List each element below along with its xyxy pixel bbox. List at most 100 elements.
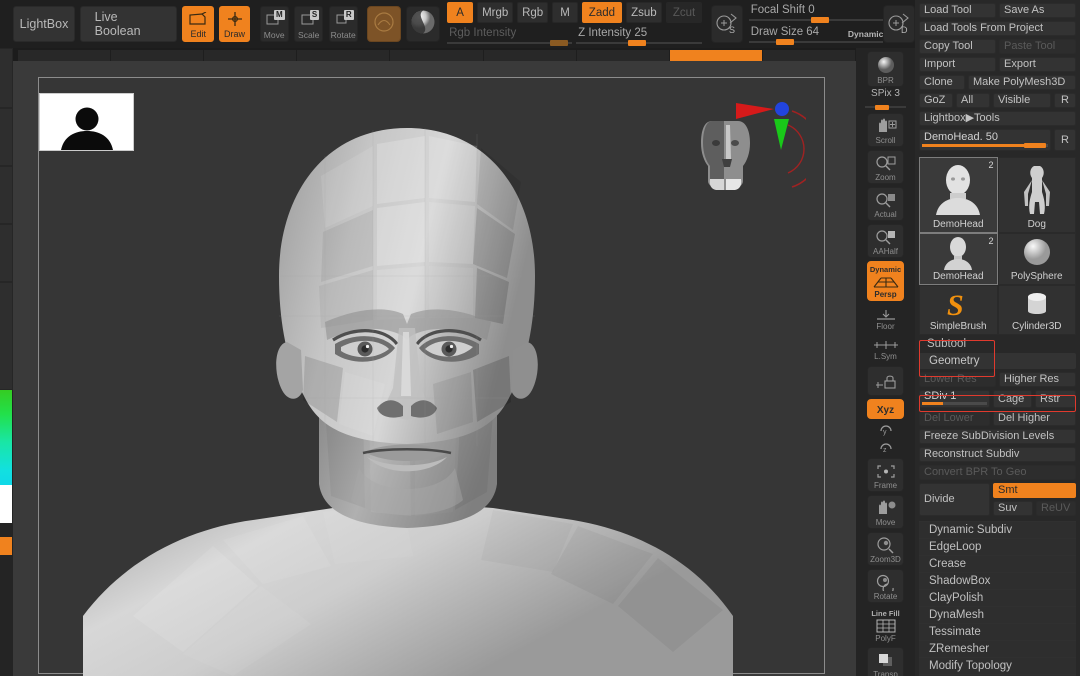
cage-button[interactable]: Cage [993,390,1032,408]
divide-button[interactable]: Divide [919,483,990,516]
goz-r-button[interactable]: R [1054,93,1076,108]
transp-lock-button[interactable] [867,366,904,396]
color-picker-gradient[interactable] [0,390,12,485]
suv-button[interactable]: Suv [993,501,1033,516]
chip-a[interactable]: A [447,2,474,23]
actual-button[interactable]: Actual [867,187,904,221]
chip-zadd[interactable]: Zadd [582,2,622,23]
draw-size-knob[interactable] [775,39,794,45]
geometry-section-label[interactable]: Geometry [919,353,1076,369]
del-higher-button[interactable]: Del Higher [993,411,1076,426]
tool-thumb-polysphere[interactable]: PolySphere [997,233,1076,285]
scroll-button[interactable]: Scroll [867,113,904,147]
zoom-button[interactable]: Zoom [867,150,904,184]
tool-thumb-demohead-large[interactable]: 2 DemoHead [919,157,998,233]
polyf-button[interactable]: Line Fill PolyF [867,606,904,644]
demohead-r-button[interactable]: R [1054,129,1076,151]
chip-mrgb[interactable]: Mrgb [477,2,514,23]
lower-res-button[interactable]: Lower Res [919,372,996,387]
load-tool-button[interactable]: Load Tool [919,3,996,18]
tool-thumb-cylinder3d[interactable]: Cylinder3D [997,285,1076,335]
menu-zremesher[interactable]: ZRemesher [919,640,1076,657]
focal-shift-slider[interactable]: Focal Shift 0 [748,3,884,23]
transp-button[interactable]: Transp [867,647,904,676]
menu-crease[interactable]: Crease [919,555,1076,572]
secondary-color-swatch[interactable] [0,537,12,555]
live-boolean-button[interactable]: Live Boolean [79,6,177,42]
sdiv-slider[interactable]: SDiv 1 [919,390,990,408]
frame-button[interactable]: Frame [867,458,904,492]
aahalf-button[interactable]: AAHalf [867,224,904,258]
left-slot-stroke[interactable] [0,108,13,166]
z-intensity-slider[interactable]: Z Intensity 25 [576,26,703,46]
menu-shadowbox[interactable]: ShadowBox [919,572,1076,589]
convert-bpr-to-geo-button[interactable]: Convert BPR To Geo [919,465,1076,480]
viewport-canvas[interactable] [13,61,856,676]
segment-active[interactable] [669,50,763,61]
spix-slider[interactable]: SPix 3 [863,88,908,110]
z-intensity-knob[interactable] [628,40,647,46]
menu-dynamesh[interactable]: DynaMesh [919,606,1076,623]
clone-button[interactable]: Clone [919,75,965,90]
segment[interactable] [297,50,391,61]
segment[interactable] [204,50,298,61]
rgb-intensity-slider[interactable]: Rgb Intensity [447,26,573,46]
lightbox-button[interactable]: LightBox [13,6,75,42]
segment[interactable] [390,50,484,61]
segment[interactable] [111,50,205,61]
segment[interactable] [576,50,670,61]
export-button[interactable]: Export [999,57,1076,72]
move-3d-button[interactable]: Move [867,495,904,529]
tool-thumb-simplebrush[interactable]: S SimpleBrush [919,285,998,335]
chip-zcut[interactable]: Zcut [665,2,703,23]
rotate-z-mini-button[interactable]: z [867,439,904,455]
chip-m[interactable]: M [552,2,579,23]
load-tools-from-project-button[interactable]: Load Tools From Project [919,21,1076,36]
chip-rgb[interactable]: Rgb [517,2,549,23]
left-slot-texture[interactable] [0,224,13,282]
left-slot-brush[interactable] [0,48,13,108]
document-segment-bar[interactable] [18,50,856,61]
menu-dynamic-subdiv[interactable]: Dynamic Subdiv [919,521,1076,538]
focal-shift-knob[interactable] [810,17,829,23]
import-button[interactable]: Import [919,57,996,72]
lsym-button[interactable]: L.Sym [867,335,904,363]
head-model[interactable] [73,116,773,676]
higher-res-button[interactable]: Higher Res [999,372,1076,387]
rotate-button[interactable]: R Rotate [328,6,358,42]
del-lower-button[interactable]: Del Lower [919,411,990,426]
reconstruct-subdiv-button[interactable]: Reconstruct Subdiv [919,447,1076,462]
draw-button[interactable]: Draw [218,6,251,42]
goz-button[interactable]: GoZ [919,93,953,108]
left-slot-material[interactable] [0,282,13,390]
floor-button[interactable]: Floor [867,304,904,332]
menu-edgeloop[interactable]: EdgeLoop [919,538,1076,555]
visible-button[interactable]: Visible [993,93,1051,108]
demohead-slider-knob[interactable] [1024,143,1046,148]
save-as-button[interactable]: Save As [999,3,1076,18]
paste-tool-button[interactable]: Paste Tool [999,39,1076,54]
primary-color-swatch[interactable] [0,485,12,523]
edit-button[interactable]: Edit [182,6,215,42]
segment[interactable] [762,50,856,61]
persp-button[interactable]: Dynamic Persp [867,261,904,301]
subtool-section-label[interactable]: Subtool [915,335,1080,353]
left-slot-alpha[interactable] [0,166,13,224]
menu-modify-topology[interactable]: Modify Topology [919,657,1076,674]
chip-zsub[interactable]: Zsub [625,2,662,23]
spix-knob[interactable] [875,105,889,110]
make-polymesh3d-button[interactable]: Make PolyMesh3D [968,75,1076,90]
bpr-button[interactable]: BPR [867,51,904,87]
segment[interactable] [483,50,577,61]
scale-button[interactable]: S Scale [294,6,324,42]
material-button[interactable] [406,6,440,42]
stencil-s-button[interactable]: S [711,5,744,43]
current-brush-button[interactable] [366,6,401,42]
xyz-button[interactable]: Xyz [867,399,904,419]
all-button[interactable]: All [956,93,990,108]
rotate-y-mini-button[interactable]: y [867,421,904,437]
freeze-subdivision-levels-button[interactable]: Freeze SubDivision Levels [919,429,1076,444]
copy-tool-button[interactable]: Copy Tool [919,39,996,54]
navigation-gizmo[interactable] [696,95,821,200]
move-button[interactable]: M Move [259,6,289,42]
